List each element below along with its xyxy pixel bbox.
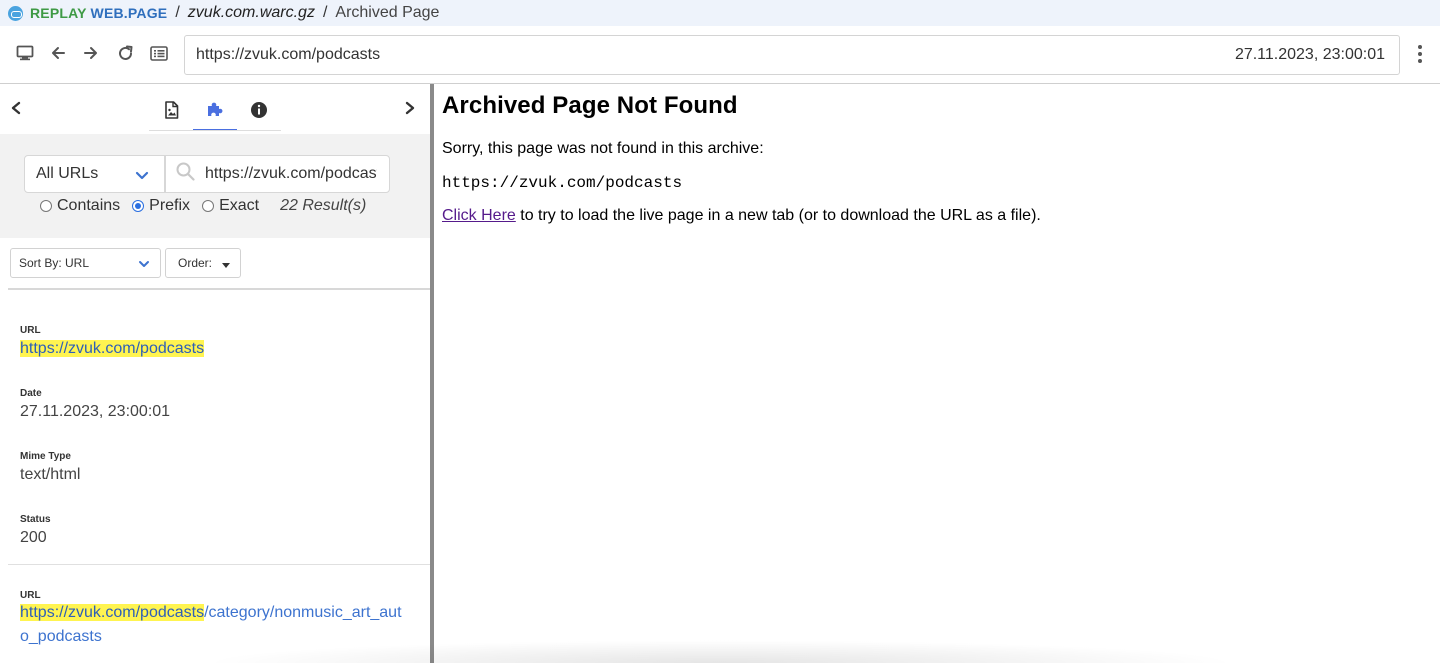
radio-exact-label: Exact	[219, 197, 260, 214]
bottom-shadow	[200, 640, 1240, 663]
entry-url-rest: o_podcasts	[20, 628, 102, 645]
tab-extensions[interactable]	[193, 94, 237, 131]
resource-entry-status: Status 200	[20, 514, 420, 547]
radio-prefix[interactable]: Prefix	[132, 197, 190, 215]
entry-status: 200	[20, 529, 47, 546]
archived-page-view: Archived Page Not Found Sorry, this page…	[434, 84, 1440, 663]
entry-url-label: URL	[20, 325, 41, 336]
chevron-right-icon[interactable]	[404, 101, 418, 115]
reload-icon[interactable]	[114, 42, 136, 64]
resource-entry-mime: Mime Type text/html	[20, 451, 420, 484]
list-icon[interactable]	[148, 42, 170, 64]
breadcrumb-separator: /	[322, 4, 328, 21]
chevron-down-icon	[135, 168, 149, 186]
breadcrumb-separator: /	[175, 4, 180, 21]
sort-divider	[8, 288, 430, 290]
resource-entry-date: Date 27.11.2023, 23:00:01	[20, 388, 420, 421]
tab-page-resources[interactable]	[149, 94, 193, 131]
app-brand[interactable]: REPLAY WEB.PAGE	[30, 5, 167, 21]
url-type-select-value: All URLs	[36, 165, 99, 182]
entry-mime-label: Mime Type	[20, 451, 71, 462]
radio-prefix-label: Prefix	[149, 197, 191, 214]
tab-info[interactable]	[237, 94, 281, 131]
page-title: Archived Page Not Found	[442, 92, 738, 119]
click-here-link[interactable]: Click Here	[442, 207, 516, 224]
entry-url-label: URL	[20, 590, 41, 601]
tab-underline	[149, 130, 281, 131]
brand-replay-text: REPLAY	[30, 5, 87, 21]
breadcrumb-current: Archived Page	[335, 4, 440, 21]
live-page-hint: Click Here to try to load the live page …	[442, 207, 1440, 225]
breadcrumb-archive[interactable]: zvuk.com.warc.gz	[188, 4, 315, 22]
url-bar[interactable]: https://zvuk.com/podcasts 27.11.2023, 23…	[184, 35, 1400, 75]
replay-logo-icon	[8, 5, 23, 21]
radio-contains[interactable]: Contains	[40, 197, 120, 215]
extension-icon	[206, 100, 224, 123]
resource-entry[interactable]: URL https://zvuk.com/podcasts	[20, 325, 420, 358]
url-type-select[interactable]: All URLs	[24, 155, 165, 193]
results-count: 22 Result(s)	[280, 197, 367, 214]
capture-timestamp: 27.11.2023, 23:00:01	[1234, 46, 1385, 63]
url-search-box[interactable]	[165, 155, 390, 193]
url-filter-panel: All URLs Contains Prefix Exact 22 Result…	[0, 134, 430, 238]
navigation-bar: https://zvuk.com/podcasts 27.11.2023, 23…	[0, 26, 1440, 84]
entry-divider	[8, 564, 430, 565]
kebab-menu-icon[interactable]	[1410, 42, 1430, 66]
missing-url: https://zvuk.com/podcasts	[442, 174, 683, 192]
url-bar-value[interactable]: https://zvuk.com/podcasts	[196, 46, 380, 64]
sort-controls: Sort By: URL Order:	[0, 248, 430, 288]
info-icon	[250, 101, 268, 124]
forward-arrow-icon[interactable]	[80, 42, 102, 64]
app-header: REPLAY WEB.PAGE / zvuk.com.warc.gz / Arc…	[0, 0, 1440, 26]
monitor-icon[interactable]	[14, 42, 36, 64]
chevron-left-icon[interactable]	[10, 101, 24, 115]
entry-mime: text/html	[20, 466, 81, 483]
sidebar: All URLs Contains Prefix Exact 22 Result…	[0, 84, 430, 663]
page-resources-icon	[164, 101, 179, 124]
entry-status-label: Status	[20, 514, 51, 525]
entry-url-rest: /category/nonmusic_art_aut	[204, 604, 402, 621]
not-found-message: Sorry, this page was not found in this a…	[442, 140, 764, 157]
back-arrow-icon[interactable]	[47, 42, 69, 64]
entry-date: 27.11.2023, 23:00:01	[20, 403, 171, 420]
match-type-radios: Contains Prefix Exact 22 Result(s)	[40, 197, 366, 215]
brand-webpage-text: WEB.PAGE	[90, 5, 168, 21]
entry-url-highlight: https://zvuk.com/podcasts	[20, 340, 205, 357]
radio-exact[interactable]: Exact	[202, 197, 259, 215]
url-search-input[interactable]	[205, 165, 377, 183]
sort-by-select[interactable]: Sort By: URL	[10, 248, 161, 278]
caret-down-icon	[222, 263, 230, 268]
entry-date-label: Date	[20, 388, 42, 399]
sidebar-tabs	[0, 84, 430, 134]
radio-contains-label: Contains	[57, 197, 121, 214]
entry-url[interactable]: https://zvuk.com/podcasts	[20, 340, 420, 358]
order-label: Order:	[178, 256, 213, 270]
entry-url-highlight: https://zvuk.com/podcasts	[20, 604, 205, 621]
live-page-hint-text: to try to load the live page in a new ta…	[515, 207, 1041, 224]
chevron-down-icon	[138, 258, 150, 272]
sort-by-value: Sort By: URL	[19, 256, 90, 270]
search-icon	[176, 162, 195, 186]
order-dropdown-button[interactable]: Order:	[165, 248, 241, 278]
